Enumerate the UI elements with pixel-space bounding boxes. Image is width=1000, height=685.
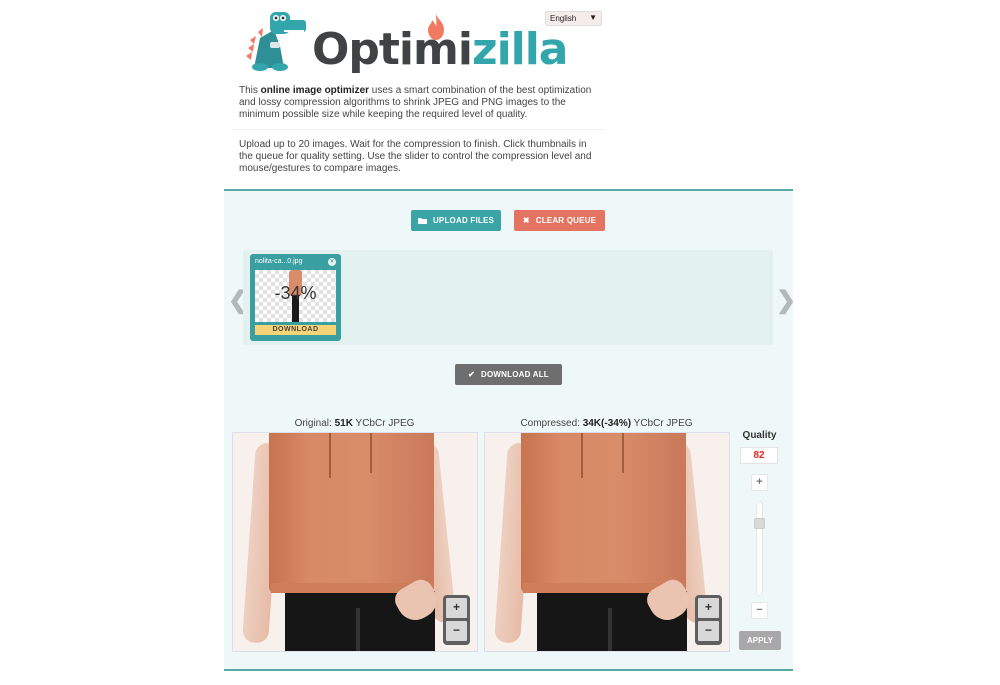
photo-pants-gap: [608, 608, 612, 651]
quality-decrease-button[interactable]: −: [751, 602, 768, 619]
compressed-info: Compressed: 34K(-34%) YCbCr JPEG: [484, 418, 729, 429]
photo-drawstring: [329, 433, 331, 478]
photo-shirt: [521, 433, 686, 593]
quality-slider-handle[interactable]: [754, 518, 765, 530]
intro-prefix: This: [239, 85, 261, 96]
quality-slider-track[interactable]: [756, 501, 763, 596]
clear-queue-button[interactable]: ✖ CLEAR QUEUE: [514, 210, 605, 231]
clear-queue-label: CLEAR QUEUE: [535, 216, 597, 225]
compressed-size: 34K(-34%): [582, 418, 632, 429]
zoom-out-button[interactable]: −: [446, 621, 467, 641]
logo-wordmark: Optimizilla: [312, 28, 568, 72]
zoom-in-button[interactable]: +: [698, 598, 719, 618]
logo-text-teal: zilla: [471, 24, 569, 75]
queue-next-arrow[interactable]: ❯: [776, 286, 796, 315]
original-prefix: Original:: [294, 418, 335, 429]
upload-files-button[interactable]: UPLOAD FILES: [411, 210, 501, 231]
compressed-image-viewer[interactable]: + −: [484, 432, 730, 652]
quality-input[interactable]: 82: [740, 447, 778, 464]
quality-increase-button[interactable]: +: [751, 474, 768, 491]
zoom-in-button[interactable]: +: [446, 598, 467, 618]
original-format: YCbCr JPEG: [352, 418, 415, 429]
intro-paragraph: This online image optimizer uses a smart…: [239, 85, 601, 121]
chevron-down-icon: ▼: [589, 13, 597, 22]
photo-pants-gap: [356, 608, 360, 651]
image-queue: nolita-ca...0.jpg × -34% DOWNLOAD: [243, 250, 773, 345]
language-select[interactable]: English ▼: [545, 11, 602, 26]
download-all-button[interactable]: ✔ DOWNLOAD ALL: [455, 364, 562, 385]
original-size: 51K: [334, 418, 353, 429]
optimizilla-logo[interactable]: Optimizilla: [240, 10, 568, 72]
logo-text-dark: Optimi: [312, 24, 473, 75]
quality-label: Quality: [742, 430, 777, 441]
instructions-paragraph: Upload up to 20 images. Wait for the com…: [239, 139, 592, 174]
remove-icon[interactable]: ×: [328, 258, 336, 266]
thumbnail-image[interactable]: -34%: [255, 270, 336, 322]
compressed-zoom-controls: + −: [695, 595, 722, 645]
photo-drawstring: [622, 433, 624, 473]
dinosaur-mascot-icon: [246, 12, 306, 71]
original-zoom-controls: + −: [443, 595, 470, 645]
thumbnail-filename: nolita-ca...0.jpg: [255, 258, 303, 265]
savings-percent: -34%: [274, 283, 317, 303]
zoom-out-button[interactable]: −: [698, 621, 719, 641]
optimizer-panel: UPLOAD FILES ✖ CLEAR QUEUE ❮ ❯ nolita-ca…: [224, 189, 796, 671]
folder-icon: [417, 218, 427, 224]
photo-shirt: [269, 433, 434, 593]
apply-button[interactable]: APPLY: [739, 631, 781, 650]
download-all-label: DOWNLOAD ALL: [481, 370, 549, 379]
checkmark-icon: ✔: [468, 370, 476, 379]
queue-thumbnail[interactable]: nolita-ca...0.jpg × -34% DOWNLOAD: [250, 254, 341, 341]
close-icon: ✖: [522, 216, 530, 225]
upload-files-label: UPLOAD FILES: [432, 216, 495, 225]
compressed-prefix: Compressed:: [520, 418, 583, 429]
original-info: Original: 51K YCbCr JPEG: [232, 418, 477, 429]
original-image-viewer[interactable]: + −: [232, 432, 478, 652]
compressed-format: YCbCr JPEG: [631, 418, 693, 429]
photo-drawstring: [581, 433, 583, 478]
language-select-value: English: [550, 14, 577, 23]
thumbnail-download-button[interactable]: DOWNLOAD: [255, 325, 336, 335]
intro-bold: online image optimizer: [260, 85, 370, 96]
photo-drawstring: [370, 433, 372, 473]
divider: [232, 129, 604, 130]
